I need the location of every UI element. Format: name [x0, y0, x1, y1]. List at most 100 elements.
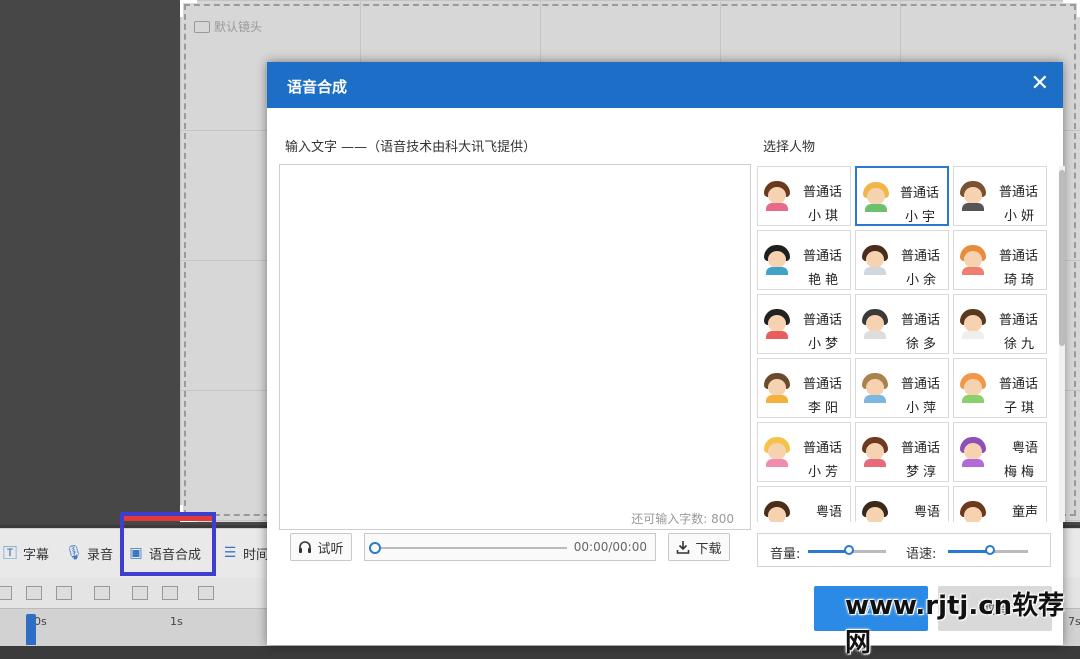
voice-name: 李阳 [807, 401, 842, 416]
avatar-body [962, 395, 984, 403]
playhead[interactable] [26, 614, 36, 645]
tts-dialog: 语音合成 ✕ 输入文字 ——（语音技术由科大讯飞提供） 还可输入字数: 800 … [267, 62, 1065, 645]
avatar-body [766, 459, 788, 467]
site-watermark: www.rjtj.cn软荐网 [845, 591, 1065, 658]
voice-card[interactable]: 普通话 小妍 [953, 166, 1047, 226]
track-tool-icon[interactable] [56, 586, 72, 600]
dialog-header: 语音合成 ✕ [267, 62, 1063, 108]
avatar-face [964, 251, 982, 268]
voice-card[interactable]: 粤语 [757, 486, 851, 522]
voice-card[interactable]: 普通话 小芳 [757, 422, 851, 482]
speed-knob[interactable] [985, 545, 995, 555]
time-label: 时间 [243, 547, 270, 563]
voice-card[interactable]: 普通话 小宇 [855, 166, 949, 226]
voice-card[interactable]: 普通话 梦淳 [855, 422, 949, 482]
voice-card[interactable]: 粤语 梅梅 [953, 422, 1047, 482]
voice-language: 普通话 [998, 377, 1038, 392]
avatar-body [766, 395, 788, 403]
voice-language: 粤语 [1011, 441, 1038, 456]
volume-knob[interactable] [844, 545, 854, 555]
voice-language: 普通话 [802, 313, 842, 328]
voice-card[interactable]: 普通话 徐九 [953, 294, 1047, 354]
voice-card[interactable]: 普通话 小梦 [757, 294, 851, 354]
record-button[interactable]: 🎙 录音 [65, 539, 113, 567]
voice-card[interactable]: 普通话 琦琦 [953, 230, 1047, 290]
voice-language: 普通话 [900, 377, 940, 392]
avatar [960, 373, 986, 403]
voice-card[interactable]: 普通话 小余 [855, 230, 949, 290]
progress-knob[interactable] [369, 542, 381, 554]
subtitle-icon: 🅃 [3, 546, 17, 562]
text-input-area[interactable]: 还可输入字数: 800 [279, 164, 751, 530]
avatar [764, 437, 790, 467]
voice-language: 普通话 [802, 249, 842, 264]
voice-language: 普通话 [998, 313, 1038, 328]
voice-card[interactable]: 普通话 徐多 [855, 294, 949, 354]
voice-name: 小琪 [807, 209, 842, 224]
subtitle-button[interactable]: 🅃 字幕 [2, 539, 49, 567]
frame-corner [1063, 0, 1080, 17]
audio-player: 00:00/00:00 [364, 533, 656, 561]
track-tool-icon[interactable] [0, 586, 12, 600]
progress-track[interactable] [375, 547, 567, 549]
avatar-face [866, 507, 884, 522]
voice-card[interactable]: 童声 [953, 486, 1047, 522]
avatar-face [964, 315, 982, 332]
voice-name: 徐九 [1003, 337, 1038, 352]
headphones-icon [299, 541, 312, 553]
avatar-body [766, 331, 788, 339]
voice-card[interactable]: 普通话 小萍 [855, 358, 949, 418]
track-tool-icon[interactable] [198, 586, 214, 600]
avatar-face [768, 507, 786, 522]
voice-card[interactable]: 粤语 [855, 486, 949, 522]
voice-scrollbar-thumb[interactable] [1059, 170, 1065, 346]
avatar-face [964, 187, 982, 204]
avatar-face [866, 251, 884, 268]
voice-grid: 普通话 小琪 普通话 小宇 普通话 小妍 普通话 艳艳 普通话 小余 普通话 琦琦 普通话 小梦 普通话 徐多… [757, 166, 1047, 522]
avatar [862, 501, 888, 522]
voice-name: 徐多 [905, 337, 940, 352]
lens-label: 默认镜头 [194, 18, 262, 35]
voice-card[interactable]: 普通话 艳艳 [757, 230, 851, 290]
avatar [960, 181, 986, 211]
volume-slider[interactable] [808, 545, 886, 555]
voice-name: 小芳 [807, 465, 842, 480]
avatar-face [768, 443, 786, 460]
voice-language: 普通话 [998, 249, 1038, 264]
download-icon [677, 541, 690, 554]
avatar-body [962, 331, 984, 339]
frame-corner [180, 0, 197, 17]
listen-button[interactable]: 试听 [290, 533, 352, 561]
avatar-face [866, 443, 884, 460]
avatar-body [864, 395, 886, 403]
highlight-annotation-box [120, 512, 216, 576]
voice-name: 艳艳 [807, 273, 842, 288]
track-tool-icon[interactable] [132, 586, 148, 600]
avatar-body [864, 267, 886, 275]
voice-language: 粤语 [815, 505, 842, 520]
time-button[interactable]: ☰ 时间 [222, 539, 269, 567]
avatar [960, 501, 986, 522]
voice-card[interactable]: 普通话 李阳 [757, 358, 851, 418]
track-tool-icon[interactable] [26, 586, 42, 600]
voice-settings: 音量: 语速: [757, 533, 1051, 567]
avatar-body [864, 459, 886, 467]
avatar [764, 309, 790, 339]
speed-slider[interactable] [948, 545, 1028, 555]
avatar-body [962, 267, 984, 275]
avatar-face [964, 507, 982, 522]
voice-name: 小宇 [904, 210, 939, 225]
voice-card[interactable]: 普通话 子琪 [953, 358, 1047, 418]
track-tool-icon[interactable] [162, 586, 178, 600]
voice-language: 粤语 [913, 505, 940, 520]
avatar [764, 181, 790, 211]
input-label: 输入文字 ——（语音技术由科大讯飞提供） [285, 140, 537, 155]
avatar-face [964, 443, 982, 460]
close-icon[interactable]: ✕ [1031, 72, 1049, 96]
track-tool-icon[interactable] [94, 586, 110, 600]
player-time: 00:00/00:00 [573, 540, 647, 554]
download-button[interactable]: 下载 [668, 533, 730, 561]
voice-name: 梦淳 [905, 465, 940, 480]
time-icon: ☰ [223, 545, 237, 561]
voice-card[interactable]: 普通话 小琪 [757, 166, 851, 226]
